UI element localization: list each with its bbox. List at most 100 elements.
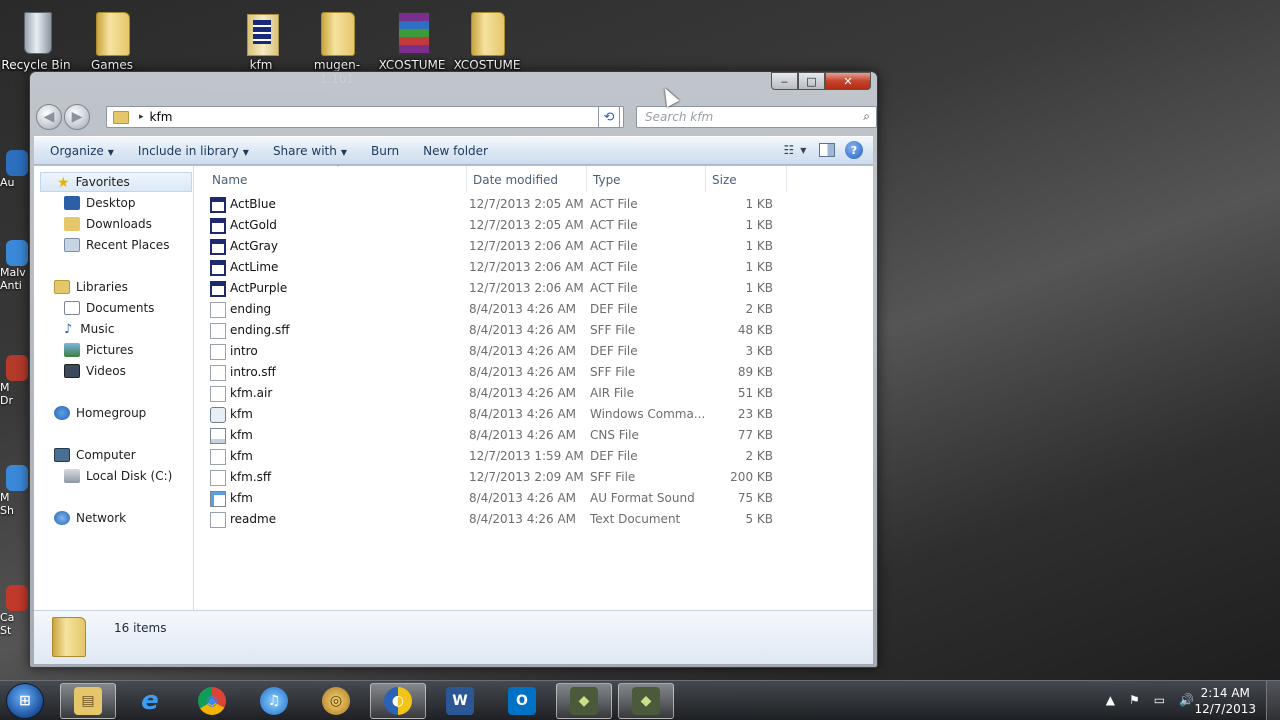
taskbar-app-itunes[interactable]: ♫ bbox=[246, 683, 302, 719]
file-row[interactable]: kfm 8/4/2013 4:26 AM AU Format Sound 75 KB bbox=[210, 488, 810, 509]
burn-button[interactable]: Burn bbox=[363, 144, 407, 158]
nav-network[interactable]: Network bbox=[54, 508, 126, 528]
desktop-icon-label: kfm bbox=[249, 58, 273, 72]
desktop-icon-partial[interactable]: Malv Anti bbox=[0, 240, 32, 292]
nav-local-disk[interactable]: Local Disk (C:) bbox=[64, 466, 172, 486]
help-icon[interactable]: ? bbox=[845, 141, 863, 159]
column-divider[interactable] bbox=[705, 166, 706, 192]
file-row[interactable]: ActBlue 12/7/2013 2:05 AM ACT File 1 KB bbox=[210, 194, 810, 215]
file-name: ending.sff bbox=[230, 323, 290, 337]
action-center-flag-icon[interactable]: ⚑ bbox=[1129, 693, 1140, 707]
file-row[interactable]: ActPurple 12/7/2013 2:06 AM ACT File 1 KB bbox=[210, 278, 810, 299]
column-header-size[interactable]: Size bbox=[712, 173, 737, 187]
refresh-button[interactable]: ⟲ bbox=[598, 106, 620, 128]
desktop-icon-kfm[interactable]: kfm bbox=[221, 6, 301, 72]
desktop-icon-partial[interactable]: M Dr bbox=[0, 355, 32, 407]
nav-homegroup[interactable]: Homegroup bbox=[54, 403, 146, 423]
desktop-icon-recycle-bin[interactable]: Recycle Bin bbox=[0, 6, 76, 72]
address-bar[interactable]: ▸ kfm ▼ bbox=[106, 106, 624, 128]
system-clock[interactable]: 2:14 AM 12/7/2013 bbox=[1194, 685, 1256, 717]
nav-recent-places[interactable]: Recent Places bbox=[64, 235, 169, 255]
file-date-modified: 8/4/2013 4:26 AM bbox=[469, 386, 577, 400]
taskbar-app-mugen-1[interactable]: ◆ bbox=[556, 683, 612, 719]
desktop-icon-label: St bbox=[0, 624, 12, 637]
maximize-button[interactable]: □ bbox=[798, 72, 825, 90]
column-header-name[interactable]: Name bbox=[212, 173, 247, 187]
desktop-icon-partial[interactable]: Au bbox=[0, 150, 32, 189]
desktop-icon-label: M bbox=[0, 491, 10, 504]
start-button[interactable]: ⊞ bbox=[6, 683, 44, 719]
search-icon[interactable]: ⌕ bbox=[863, 109, 870, 124]
include-in-library-button[interactable]: Include in library ▼ bbox=[130, 144, 257, 158]
nav-desktop[interactable]: Desktop bbox=[64, 193, 136, 213]
file-date-modified: 8/4/2013 4:26 AM bbox=[469, 323, 577, 337]
search-input[interactable]: Search kfm ⌕ bbox=[636, 106, 877, 128]
nav-pictures[interactable]: Pictures bbox=[64, 340, 134, 360]
show-desktop-button[interactable] bbox=[1266, 681, 1280, 720]
column-divider[interactable] bbox=[466, 166, 467, 192]
file-row[interactable]: intro 8/4/2013 4:26 AM DEF File 3 KB bbox=[210, 341, 810, 362]
breadcrumb-kfm[interactable]: kfm bbox=[150, 110, 173, 124]
file-type: DEF File bbox=[590, 449, 638, 463]
minimize-button[interactable]: ‒ bbox=[771, 72, 798, 90]
desktop-icon-games[interactable]: Games bbox=[72, 6, 152, 72]
taskbar-app-word[interactable]: W bbox=[432, 683, 488, 719]
organize-button[interactable]: Organize ▼ bbox=[42, 144, 122, 158]
share-with-button[interactable]: Share with ▼ bbox=[265, 144, 355, 158]
forward-button[interactable]: ▶ bbox=[64, 104, 90, 130]
file-row[interactable]: ending 8/4/2013 4:26 AM DEF File 2 KB bbox=[210, 299, 810, 320]
taskbar-app-generic[interactable]: ◐ bbox=[370, 683, 426, 719]
blank-file-icon bbox=[210, 386, 226, 402]
nav-music[interactable]: ♪ Music bbox=[64, 319, 114, 339]
network-status-icon[interactable]: ▭ bbox=[1154, 693, 1165, 707]
file-row[interactable]: kfm 8/4/2013 4:26 AM CNS File 77 KB bbox=[210, 425, 810, 446]
change-view-button[interactable]: ☷ ▼ bbox=[781, 141, 809, 159]
file-explorer-icon: ▤ bbox=[74, 687, 102, 715]
file-row[interactable]: readme 8/4/2013 4:26 AM Text Document 5 KB bbox=[210, 509, 810, 530]
desktop-icon-partial[interactable]: Ca St bbox=[0, 585, 32, 637]
nav-downloads[interactable]: Downloads bbox=[64, 214, 152, 234]
taskbar-app-mugen-2[interactable]: ◆ bbox=[618, 683, 674, 719]
blank-file-icon bbox=[210, 323, 226, 339]
back-button[interactable]: ◀ bbox=[36, 104, 62, 130]
file-row[interactable]: ActGold 12/7/2013 2:05 AM ACT File 1 KB bbox=[210, 215, 810, 236]
act-file-icon bbox=[210, 260, 226, 276]
file-list: Name ˄ Date modified Type Size ActBlue 12… bbox=[194, 164, 873, 610]
nav-computer[interactable]: Computer bbox=[54, 445, 136, 465]
file-row[interactable]: ActGray 12/7/2013 2:06 AM ACT File 1 KB bbox=[210, 236, 810, 257]
desktop-icon-xcostume-rar[interactable]: XCOSTUME bbox=[372, 6, 452, 72]
desktop-icon-partial[interactable]: M Sh bbox=[0, 465, 32, 517]
file-row[interactable]: ActLime 12/7/2013 2:06 AM ACT File 1 KB bbox=[210, 257, 810, 278]
close-button[interactable]: ✕ bbox=[825, 72, 871, 90]
taskbar-app-explorer[interactable]: ▤ bbox=[60, 683, 116, 719]
taskbar-app-outlook[interactable]: O bbox=[494, 683, 550, 719]
column-header-date-modified[interactable]: Date modified bbox=[473, 173, 558, 187]
folder-icon bbox=[317, 6, 357, 56]
breadcrumb-separator-icon[interactable]: ▸ bbox=[139, 112, 144, 122]
show-hidden-icons-icon[interactable]: ▲ bbox=[1106, 693, 1115, 707]
nav-videos[interactable]: Videos bbox=[64, 361, 126, 381]
desktop-icon-xcostume-folder[interactable]: XCOSTUME bbox=[447, 6, 527, 72]
new-folder-button[interactable]: New folder bbox=[415, 144, 496, 158]
taskbar-app-internet-explorer[interactable]: e bbox=[122, 683, 178, 719]
file-row[interactable]: kfm 8/4/2013 4:26 AM Windows Comma... 23 KB bbox=[210, 404, 810, 425]
file-date-modified: 12/7/2013 2:06 AM bbox=[469, 239, 584, 253]
file-row[interactable]: kfm 12/7/2013 1:59 AM DEF File 2 KB bbox=[210, 446, 810, 467]
taskbar-app-media[interactable]: ◎ bbox=[308, 683, 364, 719]
notification-area: ▲ ⚑ ▭ 🔊 bbox=[1106, 693, 1194, 707]
file-type: Windows Comma... bbox=[590, 407, 706, 421]
file-name: kfm.air bbox=[230, 386, 273, 400]
nav-libraries[interactable]: Libraries bbox=[54, 277, 128, 297]
preview-pane-icon[interactable] bbox=[819, 143, 835, 157]
column-divider[interactable] bbox=[786, 166, 787, 192]
volume-icon[interactable]: 🔊 bbox=[1179, 693, 1194, 707]
file-row[interactable]: kfm.air 8/4/2013 4:26 AM AIR File 51 KB bbox=[210, 383, 810, 404]
nav-documents[interactable]: Documents bbox=[64, 298, 154, 318]
nav-favorites[interactable]: ★ Favorites bbox=[40, 172, 192, 192]
file-row[interactable]: intro.sff 8/4/2013 4:26 AM SFF File 89 KB bbox=[210, 362, 810, 383]
column-header-type[interactable]: Type bbox=[593, 173, 621, 187]
column-divider[interactable] bbox=[586, 166, 587, 192]
file-row[interactable]: kfm.sff 12/7/2013 2:09 AM SFF File 200 KB bbox=[210, 467, 810, 488]
file-row[interactable]: ending.sff 8/4/2013 4:26 AM SFF File 48 KB bbox=[210, 320, 810, 341]
taskbar-app-chrome[interactable]: ◉ bbox=[184, 683, 240, 719]
